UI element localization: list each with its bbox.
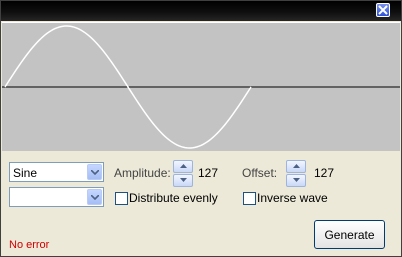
generate-button[interactable]: Generate: [314, 220, 385, 249]
inverse-wave-label[interactable]: Inverse wave: [257, 191, 328, 205]
second-select[interactable]: [9, 187, 104, 207]
chevron-down-icon[interactable]: [87, 164, 102, 180]
amplitude-value: 127: [198, 166, 219, 180]
status-message: No error: [9, 239, 50, 251]
distribute-evenly-checkbox[interactable]: [115, 192, 128, 205]
amplitude-up-button[interactable]: [173, 160, 193, 173]
offset-spinner[interactable]: [286, 160, 306, 188]
waveform-select[interactable]: Sine: [9, 162, 104, 182]
offset-up-button[interactable]: [286, 160, 306, 173]
offset-down-button[interactable]: [286, 174, 306, 187]
chevron-up-icon: [180, 164, 187, 168]
distribute-evenly-label[interactable]: Distribute evenly: [129, 191, 218, 205]
close-button[interactable]: [376, 3, 390, 17]
offset-label: Offset:: [242, 166, 278, 180]
chevron-down-icon: [293, 178, 300, 182]
amplitude-label: Amplitude:: [114, 166, 171, 180]
offset-value: 127: [314, 166, 335, 180]
chevron-down-icon: [180, 178, 187, 182]
waveform-select-value: Sine: [13, 166, 38, 180]
generator-window: Sine Amplitude: 127 Offset: 127 Distribu…: [0, 0, 402, 257]
generate-button-label: Generate: [324, 228, 375, 242]
chevron-up-icon: [293, 164, 300, 168]
inverse-wave-checkbox[interactable]: [243, 192, 256, 205]
amplitude-spinner[interactable]: [173, 160, 193, 188]
chevron-down-icon[interactable]: [87, 189, 102, 205]
title-bar: [1, 1, 401, 21]
amplitude-down-button[interactable]: [173, 174, 193, 187]
waveform-preview: [2, 22, 400, 153]
